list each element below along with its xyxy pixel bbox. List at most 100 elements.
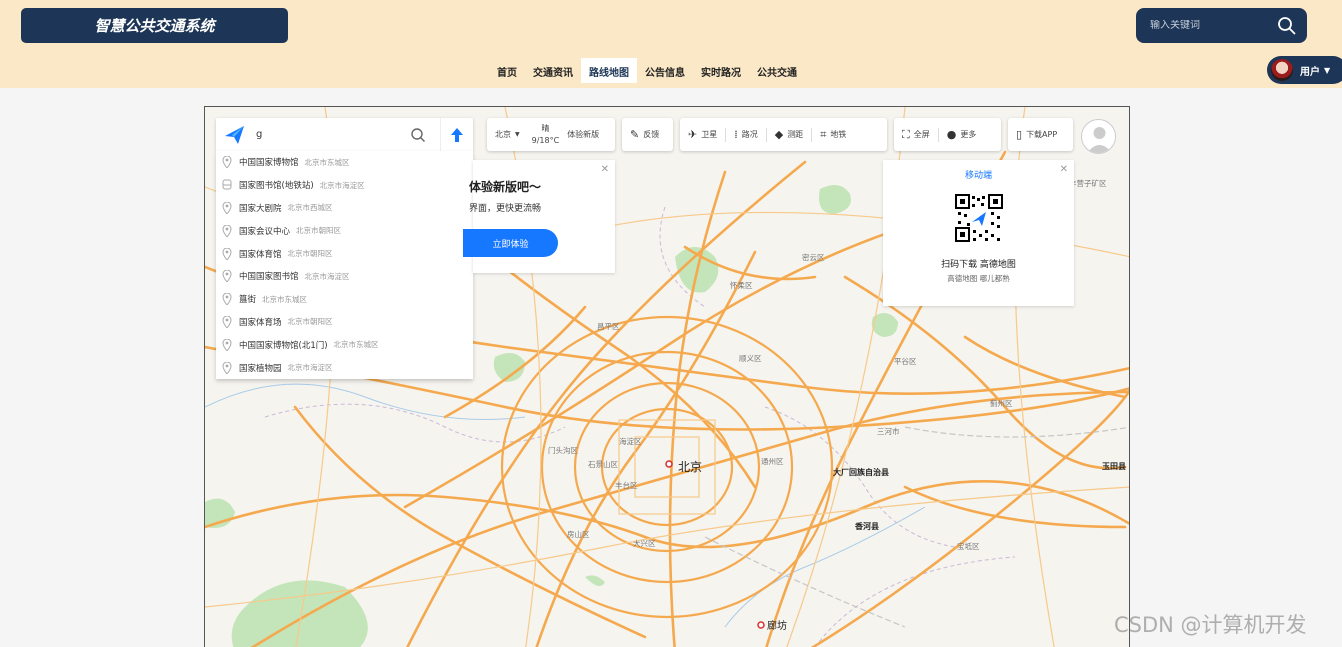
suggestion-item[interactable]: 国家图书馆(地铁站) 北京市海淀区 [216,174,473,197]
qr-code [954,194,1003,242]
suggestion-item[interactable]: 中国国家博物馆 北京市东城区 [216,151,473,174]
ruler-icon: ◆ [774,128,784,141]
map-label-haidian: 海淀区 [619,437,642,446]
location-pin-icon [222,361,232,374]
map-label-shunyi: 顺义区 [739,354,762,363]
site-title[interactable]: 智慧公共交通系统 [21,8,288,43]
search-icon[interactable] [1277,16,1297,36]
suggestion-district: 北京市朝阳区 [296,226,342,236]
map-frame[interactable]: 北京 昌平区 顺义区 怀柔区 密云区 平谷区 蓟州区 海淀区 门头沟区 石景山区… [204,106,1130,647]
location-pin-icon [222,201,232,214]
suggestion-item[interactable]: 国家体育馆 北京市朝阳区 [216,242,473,265]
suggestion-name: 中国国家博物馆(北1门) [239,340,328,351]
nav-home[interactable]: 首页 [489,58,525,83]
traffic-tool[interactable]: ⁞ 路况 [726,118,766,151]
download-label: 下载APP [1026,130,1058,139]
measure-label: 测距 [787,130,804,139]
weather-info: 晴 9/18°C [528,123,564,147]
promo-subtitle: 界面，更快更流畅 [469,204,542,214]
suggestion-district: 北京市海淀区 [287,363,333,373]
suggestion-name: 中国国家图书馆 [239,272,299,283]
avatar [1271,59,1293,81]
map-label-fangshan: 房山区 [567,530,590,539]
directions-arrow-icon [451,127,463,142]
map-label-miyun: 密云区 [802,253,825,262]
fullscreen-icon: ⛶ [902,127,910,141]
satellite-label: 卫星 [701,130,718,139]
map-label-langfang: 廊坊 [767,621,787,632]
map-label-fengtai: 丰台区 [615,481,638,490]
nav-traffic-news[interactable]: 交通资讯 [525,58,581,83]
try-now-button[interactable]: 立即体验 [463,229,558,257]
suggestion-name: 国家会议中心 [239,226,291,237]
map-search-bar [216,118,473,151]
directions-button[interactable] [440,118,473,151]
suggestion-name: 国家体育馆 [239,249,282,260]
edit-icon: ✎ [630,128,640,141]
suggestion-item[interactable]: 国家会议中心 北京市朝阳区 [216,219,473,242]
location-pin-icon [222,224,232,237]
location-pin-icon [222,338,232,351]
phone-icon: ▯ [1016,128,1023,141]
more-icon: ● [946,128,957,141]
map-tools: ✈ 卫星 ⁞ 路况 ◆ 测距 ⌗ 地铁 [680,118,887,151]
nav-route-map[interactable]: 路线地图 [581,58,637,83]
suggestion-district: 北京市海淀区 [304,271,350,281]
city-weather-bar: 北京 ▼ 晴 9/18°C 体验新版 [487,118,615,151]
nav-announcements[interactable]: 公告信息 [637,58,693,83]
location-pin-icon [222,315,232,328]
suggestion-item[interactable]: 中国国家图书馆 北京市海淀区 [216,265,473,288]
suggestion-name: 国家图书馆(地铁站) [239,181,314,192]
suggestion-item[interactable]: 国家植物园 北京市海淀区 [216,356,473,379]
top-header: 智慧公共交通系统 首页 交通资讯 路线地图 公告信息 实时路况 公共交通 用户 … [0,0,1342,88]
satellite-tool[interactable]: ✈ 卫星 [680,118,725,151]
search-icon[interactable] [410,127,426,143]
subway-tool[interactable]: ⌗ 地铁 [812,118,854,151]
map-label-huairou: 怀柔区 [730,281,753,290]
suggestion-name: 国家植物园 [239,363,282,374]
suggestion-district: 北京市朝阳区 [287,317,333,327]
caret-down-icon: ▼ [515,131,520,138]
watermark: CSDN @计算机开发 [1114,613,1307,637]
close-icon[interactable]: ✕ [1060,164,1068,175]
suggestion-item[interactable]: 簋街 北京市东城区 [216,288,473,311]
more-tool[interactable]: ● 更多 [939,118,985,151]
suggestion-item[interactable]: 国家大剧院 北京市西城区 [216,197,473,220]
fullscreen-tool[interactable]: ⛶ 全屏 [894,118,938,151]
suggestion-item[interactable]: 国家体育场 北京市朝阳区 [216,311,473,334]
fullscreen-label: 全屏 [913,130,930,139]
feedback-label: 反馈 [643,130,660,139]
traffic-label: 路况 [741,130,758,139]
nav-realtime-traffic[interactable]: 实时路况 [693,58,749,83]
main-nav: 首页 交通资讯 路线地图 公告信息 实时路况 公共交通 [489,58,805,83]
measure-tool[interactable]: ◆ 测距 [767,118,811,151]
suggestion-name: 中国国家博物馆 [239,158,299,169]
suggestion-district: 北京市西城区 [287,203,333,213]
map-label-yanqing: 丰营子矿区 [1069,179,1107,188]
satellite-icon: ✈ [688,128,698,141]
more-label: 更多 [960,130,977,139]
weather-temp: 9/18°C [531,135,560,145]
close-icon[interactable]: ✕ [601,164,609,175]
map-label-yutian: 玉田县 [1102,462,1126,471]
user-menu[interactable]: 用户 ▼ [1267,56,1342,84]
search-input[interactable] [1150,20,1260,31]
new-version-label: 体验新版 [567,130,600,139]
mobile-popup: 移动端 ✕ 扫码下载 高德地图 高德地图 哪儿都熟 [883,160,1074,306]
map-user-avatar[interactable] [1081,119,1116,154]
map-label-changping: 昌平区 [597,322,620,331]
new-version-button[interactable]: 体验新版 [563,118,603,151]
subway-station-icon [222,179,232,190]
map-search-input[interactable] [256,129,406,140]
promo-title: 体验新版吧～ [469,180,542,194]
location-pin-icon [222,247,232,260]
download-app-tool[interactable]: ▯ 下载APP [1008,118,1073,151]
nav-public-transport[interactable]: 公共交通 [749,58,805,83]
city-selector[interactable]: 北京 ▼ [487,118,528,151]
map-label-shijingshan: 石景山区 [588,460,618,469]
map-label-mentougou: 门头沟区 [548,446,578,455]
map-label-pinggu: 平谷区 [894,357,917,366]
city-label: 北京 [495,130,511,139]
feedback-tool[interactable]: ✎ 反馈 [622,118,673,151]
suggestion-item[interactable]: 中国国家博物馆(北1门) 北京市东城区 [216,333,473,356]
